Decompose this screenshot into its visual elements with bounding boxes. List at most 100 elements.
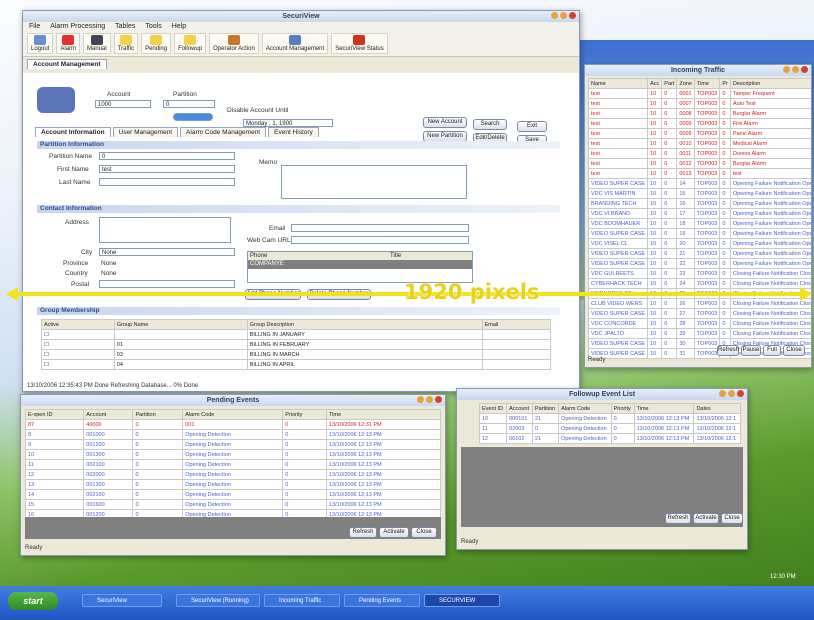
search-button[interactable]: Search xyxy=(473,119,507,130)
close-followup-button[interactable]: Close xyxy=(721,513,743,524)
table-row[interactable]: 87 40000 0 001 0 13/10/2006 12:31 PM xyxy=(24,419,441,430)
account-input[interactable]: 1000 xyxy=(95,100,151,108)
tab-event-history[interactable]: Event History xyxy=(268,127,319,137)
tab-account-management[interactable]: Account Management xyxy=(27,59,107,69)
logout-button[interactable]: Logout xyxy=(27,33,54,54)
close-traffic-button[interactable]: Close xyxy=(783,345,805,356)
pending-button[interactable]: Pending xyxy=(141,33,172,54)
tab-user-management[interactable]: User Management xyxy=(112,127,179,137)
acc-column-header[interactable]: Acc xyxy=(647,78,663,89)
alarm-button[interactable]: Alarm xyxy=(56,33,81,54)
close-pending-button[interactable]: Close xyxy=(411,527,437,538)
menu-alarm-processing[interactable]: Alarm Processing xyxy=(50,23,105,30)
table-row[interactable]: CLUB VIDEO WERS 10 0 26 TOP003 0 Closing Failu… xyxy=(587,298,811,309)
tab-alarm-code-management[interactable]: Alarm Code Management xyxy=(180,127,267,137)
start-button[interactable]: start xyxy=(8,592,58,610)
priority-column-header[interactable]: Priority xyxy=(282,409,328,420)
traffic-button[interactable]: Traffic xyxy=(113,33,139,54)
minimize-button[interactable] xyxy=(417,396,424,403)
phone-row[interactable]: COMPANYE xyxy=(248,260,472,269)
priority-column-header[interactable]: Priority xyxy=(610,403,635,414)
table-row[interactable]: VDC VISEL CL 10 0 20 TOP003 0 Opening Failure … xyxy=(587,238,811,249)
incoming-traffic-title-bar[interactable]: Incoming Traffic xyxy=(585,65,811,76)
active-checkbox[interactable]: ☐ xyxy=(41,329,115,340)
table-row[interactable]: ☐ 04 BILLING IN APRIL xyxy=(41,359,552,370)
table-row[interactable]: ☐ 01 BILLING IN FEBRUARY xyxy=(41,339,552,350)
webcam-url-input[interactable] xyxy=(291,236,469,244)
menu-file[interactable]: File xyxy=(29,23,40,30)
close-button[interactable] xyxy=(569,12,576,19)
tab-account-information[interactable]: Account Information xyxy=(35,127,111,137)
taskbar-item-securiview-running[interactable]: SecuriView (Running) xyxy=(176,594,260,607)
minimize-button[interactable] xyxy=(783,66,790,73)
table-row[interactable]: test 10 0 0008 TOP003 0 Burglar Alarm xyxy=(587,108,811,119)
table-row[interactable]: test 10 0 0009 TOP003 0 Fire Alarm xyxy=(587,118,811,129)
menu-tools[interactable]: Tools xyxy=(145,23,161,30)
taskbar-item-securiview[interactable]: SecuriView xyxy=(82,594,162,607)
table-row[interactable]: test 10 0 0010 TOP003 0 Medical Alarm xyxy=(587,138,811,149)
pr-column-header[interactable]: Pr xyxy=(719,78,731,89)
first-name-input[interactable]: test xyxy=(99,165,235,173)
active-checkbox[interactable]: ☐ xyxy=(41,359,115,370)
partition-column-header[interactable]: Partition xyxy=(132,409,184,420)
table-row[interactable]: 14 002100 0 Opening Detection 0 13/10/2006 12… xyxy=(24,489,441,500)
maximize-button[interactable] xyxy=(792,66,799,73)
operator-action-button[interactable]: Operator Action xyxy=(209,33,259,54)
new-account-button[interactable]: New Account xyxy=(423,117,467,128)
minimize-button[interactable] xyxy=(719,390,726,397)
group-description-column-header[interactable]: Group Description xyxy=(246,319,483,330)
table-row[interactable]: test 10 0 0011 TOP003 0 Duress Alarm xyxy=(587,148,811,159)
maximize-button[interactable] xyxy=(728,390,735,397)
pause-button[interactable]: Pause xyxy=(741,345,761,356)
table-row[interactable]: 10 000101 21 Opening Detection 0 13/10/2006 1… xyxy=(478,413,741,424)
email-input[interactable] xyxy=(291,224,469,232)
table-row[interactable]: CYBERHACK TECH 10 0 24 TOP003 0 Closing Failur… xyxy=(587,278,811,289)
description-column-header[interactable]: Description xyxy=(729,78,811,89)
email-column-header[interactable]: Email xyxy=(481,319,552,330)
last-name-input[interactable] xyxy=(99,178,235,186)
partition-column-header[interactable]: Partition xyxy=(531,403,560,414)
table-row[interactable]: VDC VI BRAND 10 0 17 TOP003 0 Opening Failure … xyxy=(587,208,811,219)
table-row[interactable]: 10 001300 0 Opening Detection 0 13/10/2006 12… xyxy=(24,449,441,460)
table-row[interactable]: 8 001000 0 Opening Detection 0 13/10/2006 12:… xyxy=(24,429,441,440)
refresh-button[interactable]: Refresh xyxy=(349,527,377,538)
menu-help[interactable]: Help xyxy=(172,23,186,30)
partition-input[interactable]: 0 xyxy=(163,100,215,108)
time-column-header[interactable]: Time xyxy=(326,409,441,420)
main-title-bar[interactable]: SecuriView xyxy=(23,11,579,22)
close-button[interactable] xyxy=(801,66,808,73)
title-column-header[interactable]: Title xyxy=(390,252,401,260)
account-management-button[interactable]: Account Management xyxy=(261,33,329,54)
partition-name-input[interactable]: 0 xyxy=(99,152,235,160)
table-row[interactable]: VDC GULREETS 10 0 23 TOP003 0 Closing Failure … xyxy=(587,268,811,279)
taskbar-item-pending-events[interactable]: Pending Events xyxy=(344,594,420,607)
table-row[interactable]: VDC JPALTO 10 0 29 TOP003 0 Closing Failure No… xyxy=(587,328,811,339)
table-row[interactable]: VIDEO SUPER CASE 10 0 21 TOP003 0 Opening Fail… xyxy=(587,248,811,259)
taskbar-item-securview[interactable]: SECURVIEW xyxy=(424,594,500,607)
maximize-button[interactable] xyxy=(426,396,433,403)
table-row[interactable]: 12 06102 21 Opening Detection 0 13/10/2006 12… xyxy=(478,433,741,444)
partition-selector[interactable] xyxy=(173,113,213,121)
followup-button[interactable]: Followup xyxy=(174,33,207,54)
account-column-header[interactable]: Account xyxy=(506,403,533,414)
alarm-code-column-header[interactable]: Alarm Code xyxy=(182,409,284,420)
table-row[interactable]: 9 001200 0 Opening Detection 0 13/10/2006 12:… xyxy=(24,439,441,450)
time-column-header[interactable]: Time xyxy=(633,403,695,414)
alarm-code-column-header[interactable]: Alarm Code xyxy=(558,403,612,414)
table-row[interactable]: VDC CONCORDE 10 0 28 TOP003 0 Closing Failure … xyxy=(587,318,811,329)
active-checkbox[interactable]: ☐ xyxy=(41,339,115,350)
table-row[interactable]: VIDEO SUPER CASE 10 0 22 TOP003 0 Opening Fail… xyxy=(587,258,811,269)
table-row[interactable]: 11 02003 0 Opening Detection 0 13/10/2006 12:… xyxy=(478,423,741,434)
table-row[interactable]: VIDEO SUPER CASE 10 0 19 TOP003 0 Opening Fail… xyxy=(587,228,811,239)
name-column-header[interactable]: Name xyxy=(587,78,649,89)
dates-column-header[interactable]: Dates xyxy=(693,403,741,414)
table-row[interactable]: VIDEO SUPER CASE 10 0 27 TOP003 0 Closing Fail… xyxy=(587,308,811,319)
memo-textarea[interactable] xyxy=(281,165,467,199)
postal-input[interactable] xyxy=(99,280,235,288)
table-row[interactable]: 15 001600 0 Opening Detection 0 13/10/2006 12… xyxy=(24,499,441,510)
zone-column-header[interactable]: Zone xyxy=(676,78,695,89)
close-button[interactable] xyxy=(435,396,442,403)
table-row[interactable]: test 10 0 0007 TOP003 0 Auto Test xyxy=(587,98,811,109)
exit-button[interactable]: Exit xyxy=(517,121,547,132)
part-column-header[interactable]: Part xyxy=(661,78,678,89)
